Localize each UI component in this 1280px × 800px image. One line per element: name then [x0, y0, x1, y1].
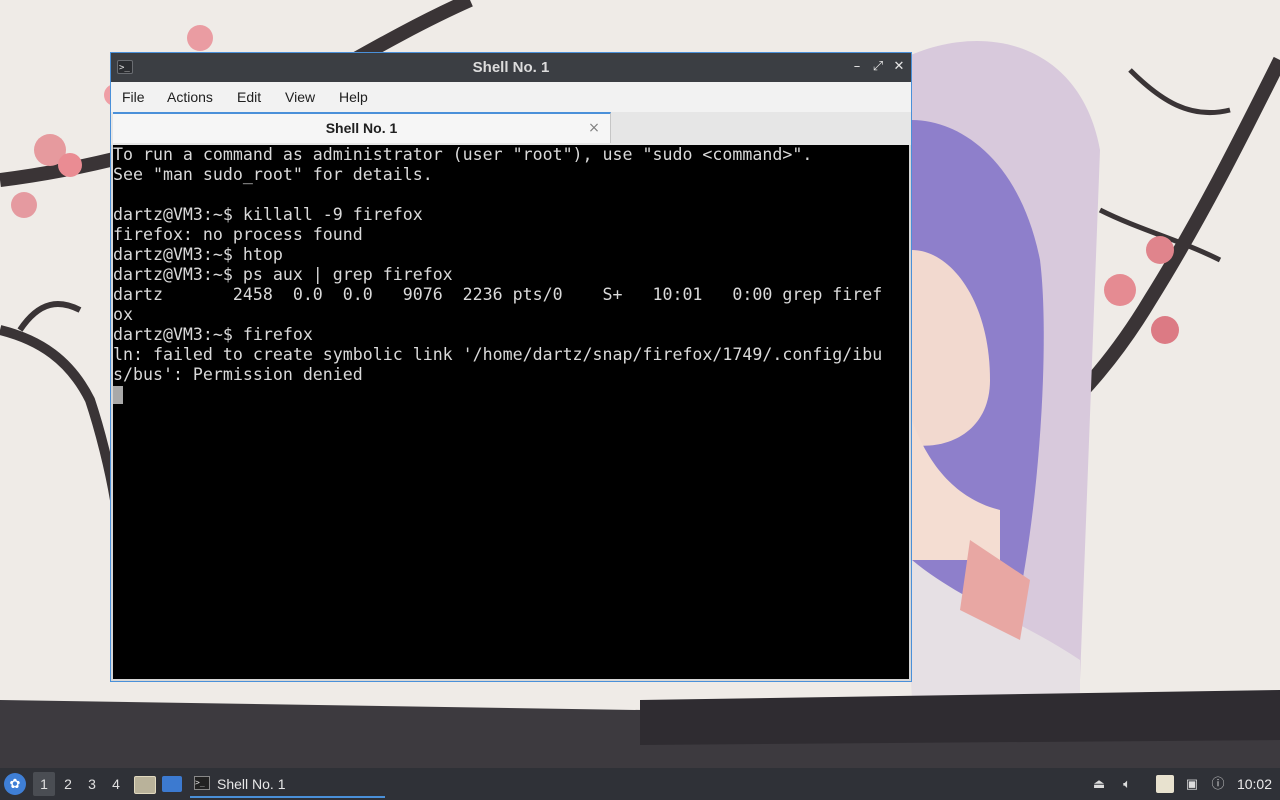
maximize-button[interactable]: ⤢ — [870, 59, 886, 75]
tab-shell-1[interactable]: Shell No. 1 × — [113, 112, 611, 143]
menubar: File Actions Edit View Help — [111, 82, 911, 113]
show-desktop-icon[interactable] — [162, 776, 182, 792]
workspace-3[interactable]: 3 — [81, 772, 103, 796]
update-notifier-icon[interactable]: ⓘ — [1209, 775, 1227, 793]
terminal-cursor — [113, 386, 123, 404]
window-titlebar[interactable]: >_ Shell No. 1 – ⤢ ✕ — [111, 53, 911, 82]
workspace-2[interactable]: 2 — [57, 772, 79, 796]
terminal-line: See "man sudo_root" for details. — [113, 165, 433, 184]
clipboard-icon[interactable] — [1156, 775, 1174, 793]
tab-label: Shell No. 1 — [325, 120, 398, 136]
workspace-1[interactable]: 1 — [33, 772, 55, 796]
menu-help[interactable]: Help — [337, 82, 370, 112]
tab-bar: Shell No. 1 × — [111, 112, 911, 145]
terminal-output[interactable]: To run a command as administrator (user … — [113, 145, 909, 679]
menu-actions[interactable]: Actions — [165, 82, 215, 112]
terminal-line: ln: failed to create symbolic link '/hom… — [113, 345, 883, 364]
mount-icon[interactable]: ⏏ — [1090, 775, 1108, 793]
close-button[interactable]: ✕ — [891, 59, 907, 75]
menu-view[interactable]: View — [283, 82, 317, 112]
workspace-4[interactable]: 4 — [105, 772, 127, 796]
menu-edit[interactable]: Edit — [235, 82, 263, 112]
terminal-line: dartz@VM3:~$ firefox — [113, 325, 313, 344]
tab-close-icon[interactable]: × — [586, 120, 602, 136]
network-icon[interactable]: ▣ — [1183, 775, 1201, 793]
terminal-line: s/bus': Permission denied — [113, 365, 363, 384]
terminal-line: dartz 2458 0.0 0.0 9076 2236 pts/0 S+ 10… — [113, 285, 883, 304]
minimize-button[interactable]: – — [849, 59, 865, 75]
clock[interactable]: 10:02 — [1237, 768, 1272, 800]
terminal-line: To run a command as administrator (user … — [113, 145, 813, 164]
terminal-task-icon: >_ — [194, 776, 210, 790]
terminal-line: firefox: no process found — [113, 225, 363, 244]
file-manager-icon[interactable] — [134, 776, 156, 794]
terminal-line: dartz@VM3:~$ ps aux | grep firefox — [113, 265, 453, 284]
terminal-line: ox — [113, 305, 133, 324]
window-title: Shell No. 1 — [472, 59, 550, 76]
start-menu-icon[interactable]: ✿ — [4, 773, 26, 795]
terminal-line: dartz@VM3:~$ htop — [113, 245, 283, 264]
terminal-window: >_ Shell No. 1 – ⤢ ✕ File Actions Edit V… — [110, 52, 912, 682]
menu-file[interactable]: File — [120, 82, 147, 112]
terminal-line: dartz@VM3:~$ killall -9 firefox — [113, 205, 423, 224]
taskbar: ✿ 1 2 3 4 >_ Shell No. 1 ⏏ 🔈︎ ▣ ⓘ 10:02 — [0, 768, 1280, 800]
taskbar-task-shell[interactable]: >_ Shell No. 1 — [190, 770, 385, 798]
task-label: Shell No. 1 — [217, 776, 286, 792]
volume-icon[interactable]: 🔈︎ — [1118, 775, 1136, 793]
